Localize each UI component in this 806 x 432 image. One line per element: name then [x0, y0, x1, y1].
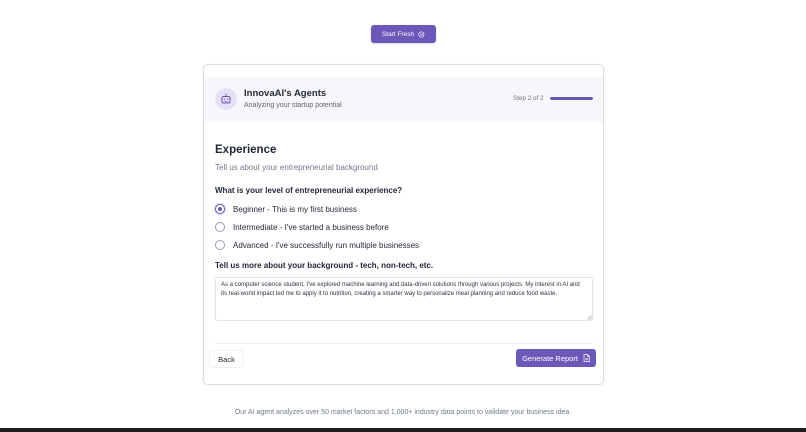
option-intermediate[interactable]: Intermediate - I've started a business b…	[215, 221, 389, 233]
progress-fill	[550, 97, 593, 100]
back-button[interactable]: Back	[210, 351, 243, 367]
card-header: InnovaAI's Agents Analyzing your startup…	[204, 77, 603, 122]
brand-subtitle: Analyzing your startup potential	[244, 102, 342, 109]
start-fresh-button[interactable]: Start Fresh	[371, 25, 436, 43]
section-title: Experience	[215, 144, 277, 156]
document-icon	[583, 354, 590, 362]
window-bottom-edge	[0, 428, 806, 432]
radio-beginner[interactable]	[215, 204, 225, 214]
generate-report-label: Generate Report	[522, 353, 578, 363]
section-subtitle: Tell us about your entrepreneurial backg…	[215, 163, 378, 172]
start-fresh-label: Start Fresh	[381, 30, 415, 38]
footer-divider	[215, 343, 593, 344]
generate-report-button[interactable]: Generate Report	[516, 349, 596, 367]
footer-note: Our AI agent analyzes over 50 market fac…	[234, 409, 572, 416]
option-label: Advanced - I've successfully run multipl…	[233, 240, 420, 250]
resize-handle-icon[interactable]	[587, 315, 592, 320]
background-question: Tell us more about your background - tec…	[215, 261, 434, 270]
background-textarea[interactable]: As a computer science student, I've expl…	[215, 277, 593, 321]
option-label: Intermediate - I've started a business b…	[233, 222, 389, 232]
option-beginner[interactable]: Beginner - This is my first business	[215, 203, 357, 215]
progress-bar	[550, 97, 593, 100]
experience-card: InnovaAI's Agents Analyzing your startup…	[203, 64, 604, 385]
option-label: Beginner - This is my first business	[233, 204, 357, 214]
radio-advanced[interactable]	[215, 240, 225, 250]
experience-question: What is your level of entrepreneurial ex…	[215, 186, 403, 195]
radio-intermediate[interactable]	[215, 222, 225, 232]
robot-icon	[215, 88, 237, 110]
check-circle-icon	[418, 31, 425, 38]
option-advanced[interactable]: Advanced - I've successfully run multipl…	[215, 239, 419, 251]
step-indicator: Step 2 of 2	[513, 95, 544, 102]
brand-title: InnovaAI's Agents	[244, 88, 327, 99]
